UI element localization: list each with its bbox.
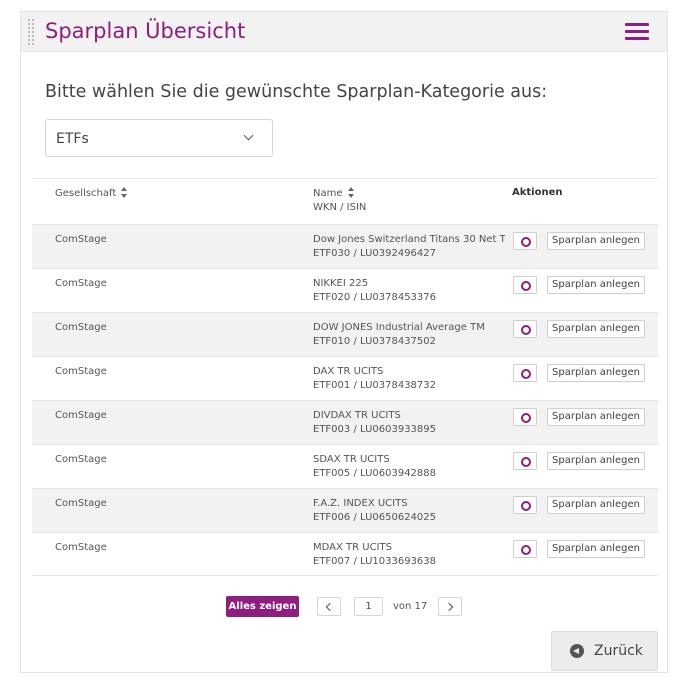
next-page-button[interactable] [438, 597, 462, 616]
table-row: ComStage NIKKEI 225 ETF020 / LU0378453376 S… [32, 268, 658, 312]
create-sparplan-button[interactable]: Sparplan anlegen [547, 276, 645, 294]
fund-ids: ETF006 / LU0650624025 [313, 512, 437, 523]
company-cell: ComStage [55, 278, 107, 289]
hamburger-menu-icon[interactable] [625, 22, 649, 42]
fund-ids: ETF003 / LU0603933895 [313, 424, 437, 435]
table-row: ComStage Dow Jones Switzerland Titans 30 … [32, 224, 658, 268]
name-cell: NIKKEI 225 ETF020 / LU0378453376 [313, 277, 505, 305]
name-cell: SDAX TR UCITS ETF005 / LU0603942888 [313, 453, 505, 481]
fund-name: MDAX TR UCITS [313, 542, 392, 553]
create-sparplan-button[interactable]: Sparplan anlegen [547, 364, 645, 382]
fund-ids: ETF010 / LU0378437502 [313, 336, 437, 347]
table-row: ComStage SDAX TR UCITS ETF005 / LU06039428… [32, 444, 658, 488]
name-cell: MDAX TR UCITS ETF007 / LU1033693638 [313, 541, 505, 569]
company-cell: ComStage [55, 322, 107, 333]
chevron-down-icon [243, 130, 254, 141]
create-sparplan-button[interactable]: Sparplan anlegen [547, 408, 645, 426]
category-prompt: Bitte wählen Sie die gewünschte Sparplan… [45, 82, 548, 102]
fund-ids: ETF030 / LU0392496427 [313, 248, 437, 259]
table-row: ComStage DIVDAX TR UCITS ETF003 / LU060393… [32, 400, 658, 444]
fund-ids: ETF007 / LU1033693638 [313, 556, 437, 567]
table-row: ComStage DOW JONES Industrial Average TM E… [32, 312, 658, 356]
drag-handle-icon[interactable] [27, 18, 35, 46]
fund-ids: ETF001 / LU0378438732 [313, 380, 437, 391]
previous-page-button[interactable] [317, 597, 341, 616]
header-company[interactable]: Gesellschaft [55, 187, 128, 199]
select-fund-button[interactable] [513, 540, 537, 558]
create-sparplan-button[interactable]: Sparplan anlegen [547, 452, 645, 470]
page-count-label: von 17 [393, 601, 428, 612]
menu-bar [625, 37, 649, 40]
select-fund-button[interactable] [513, 364, 537, 382]
fund-name: DIVDAX TR UCITS [313, 410, 401, 421]
select-fund-button[interactable] [513, 408, 537, 426]
table-row: ComStage MDAX TR UCITS ETF007 / LU10336936… [32, 532, 658, 576]
back-button[interactable]: Zurück [551, 631, 658, 671]
sort-icon[interactable] [347, 187, 355, 198]
table-row: ComStage F.A.Z. INDEX UCITS ETF006 / LU065… [32, 488, 658, 532]
page-title: Sparplan Übersicht [45, 19, 246, 43]
name-cell: DAX TR UCITS ETF001 / LU0378438732 [313, 365, 505, 393]
company-cell: ComStage [55, 366, 107, 377]
create-sparplan-button[interactable]: Sparplan anlegen [547, 232, 645, 250]
fund-name: F.A.Z. INDEX UCITS [313, 498, 408, 509]
fund-name: DAX TR UCITS [313, 366, 384, 377]
fund-name: DOW JONES Industrial Average TM [313, 322, 485, 333]
sparplan-panel: Sparplan Übersicht Bitte wählen Sie die … [20, 11, 668, 673]
company-cell: ComStage [55, 410, 107, 421]
back-button-label: Zurück [594, 643, 643, 659]
name-cell: F.A.Z. INDEX UCITS ETF006 / LU0650624025 [313, 497, 505, 525]
create-sparplan-button[interactable]: Sparplan anlegen [547, 496, 645, 514]
company-cell: ComStage [55, 498, 107, 509]
fund-name: Dow Jones Switzerland Titans 30 Net TR [313, 234, 505, 245]
show-all-button[interactable]: Alles zeigen [226, 596, 299, 617]
menu-bar [625, 23, 649, 26]
company-cell: ComStage [55, 454, 107, 465]
fund-name: NIKKEI 225 [313, 278, 369, 289]
name-cell: Dow Jones Switzerland Titans 30 Net TR ET… [313, 233, 505, 261]
category-select-value: ETFs [56, 131, 89, 147]
header-name-label: Name [313, 188, 343, 199]
create-sparplan-button[interactable]: Sparplan anlegen [547, 540, 645, 558]
name-cell: DIVDAX TR UCITS ETF003 / LU0603933895 [313, 409, 505, 437]
fund-name: SDAX TR UCITS [313, 454, 390, 465]
header-actions: Aktionen [512, 187, 563, 198]
company-cell: ComStage [55, 234, 107, 245]
select-fund-button[interactable] [513, 276, 537, 294]
table-body: ComStage Dow Jones Switzerland Titans 30 … [32, 224, 658, 576]
select-fund-button[interactable] [513, 496, 537, 514]
table-row: ComStage DAX TR UCITS ETF001 / LU037843873… [32, 356, 658, 400]
create-sparplan-button[interactable]: Sparplan anlegen [547, 320, 645, 338]
header-wkn-isin-label: WKN / ISIN [313, 202, 367, 213]
header-company-label: Gesellschaft [55, 188, 117, 199]
company-cell: ComStage [55, 542, 107, 553]
name-cell: DOW JONES Industrial Average TM ETF010 / … [313, 321, 505, 349]
panel-header: Sparplan Übersicht [21, 12, 667, 52]
select-fund-button[interactable] [513, 320, 537, 338]
fund-ids: ETF005 / LU0603942888 [313, 468, 437, 479]
fund-ids: ETF020 / LU0378453376 [313, 292, 437, 303]
select-fund-button[interactable] [513, 232, 537, 250]
category-select[interactable]: ETFs [45, 119, 273, 157]
table-header: Gesellschaft Name WKN / ISIN Aktionen [32, 179, 658, 224]
page-number-input[interactable] [354, 597, 383, 616]
select-fund-button[interactable] [513, 452, 537, 470]
sparplan-table: Gesellschaft Name WKN / ISIN Aktionen Co… [32, 178, 658, 576]
menu-bar [625, 30, 649, 33]
header-name[interactable]: Name WKN / ISIN [313, 187, 366, 215]
sort-icon[interactable] [121, 187, 128, 198]
arrow-circle-left-icon [570, 644, 584, 658]
